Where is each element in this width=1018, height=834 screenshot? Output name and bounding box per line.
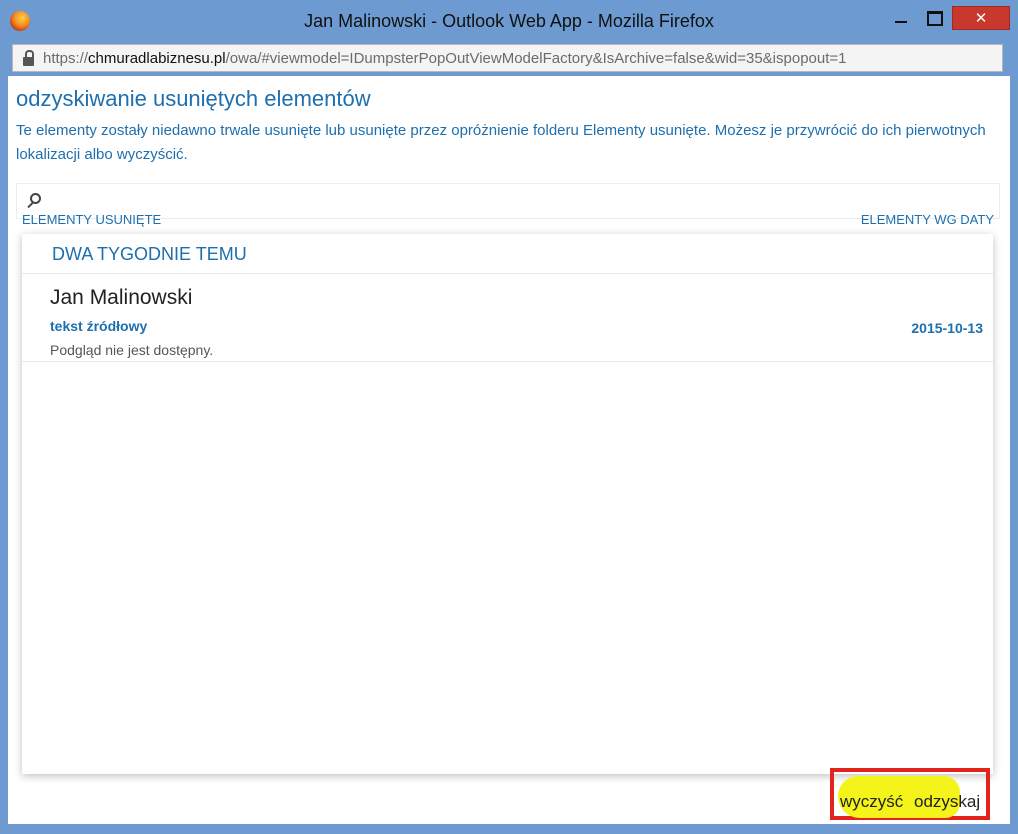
list-item[interactable]: Jan Malinowski tekst źródłowy 2015-10-13… [22,274,993,362]
maximize-button[interactable] [920,6,950,30]
url-host: chmuradlabiznesu.pl [88,49,226,67]
window-title: Jan Malinowski - Outlook Web App - Mozil… [304,11,714,31]
search-icon[interactable] [30,193,41,204]
close-button[interactable]: ✕ [952,6,1010,30]
minimize-button[interactable] [886,6,916,30]
deleted-items-link[interactable]: ELEMENTY USUNIĘTE [22,212,161,227]
purge-button[interactable]: wyczyść [840,792,903,812]
url-protocol: https:// [43,49,89,67]
item-subject: tekst źródłowy [50,318,148,334]
search-box[interactable] [16,183,1000,219]
divider [22,361,993,362]
recover-button[interactable]: odzyskaj [914,792,980,812]
close-icon: ✕ [974,10,988,27]
items-panel: DWA TYGODNIE TEMU Jan Malinowski tekst ź… [22,234,993,774]
url-bar[interactable]: https://chmuradlabiznesu.pl/owa/#viewmod… [12,44,1003,72]
url-path: /owa/#viewmodel=IDumpsterPopOutViewModel… [225,49,847,67]
page-content: odzyskiwanie usuniętych elementów Te ele… [8,76,1010,824]
page-description: Te elementy zostały niedawno trwale usun… [16,122,986,163]
window-bottom-border [0,824,1018,834]
page-title: odzyskiwanie usuniętych elementów [16,86,371,111]
sort-by-date-link[interactable]: ELEMENTY WG DATY [861,212,994,227]
group-header: DWA TYGODNIE TEMU [52,244,247,264]
item-date: 2015-10-13 [911,320,983,336]
browser-window: Jan Malinowski - Outlook Web App - Mozil… [0,0,1018,834]
title-bar: Jan Malinowski - Outlook Web App - Mozil… [0,0,1018,42]
lock-icon [23,49,34,66]
item-sender: Jan Malinowski [50,286,193,309]
item-preview: Podgląd nie jest dostępny. [50,342,214,358]
